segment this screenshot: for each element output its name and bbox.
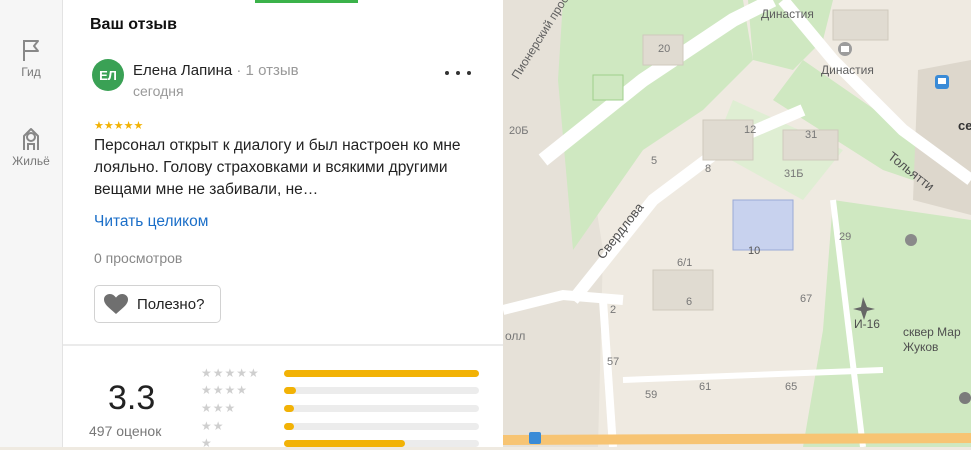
dot-icon — [445, 71, 449, 75]
distribution-fill — [284, 405, 294, 412]
left-rail: Гид Жильё — [0, 0, 63, 447]
author-name[interactable]: Елена Лапина — [133, 62, 232, 79]
tab-indicator — [255, 0, 358, 3]
distribution-track — [284, 387, 479, 394]
dot-icon — [467, 71, 471, 75]
rail-item-housing[interactable]: Жильё — [0, 124, 62, 168]
distribution-track — [284, 405, 479, 412]
rail-label-housing: Жильё — [12, 154, 50, 168]
map-house-number: 65 — [785, 381, 797, 393]
map-label-square[interactable]: сквер Мар — [903, 325, 961, 339]
map-house-number: 8 — [705, 163, 711, 175]
house-icon — [23, 128, 39, 150]
read-more-link[interactable]: Читать целиком — [94, 213, 208, 231]
heart-icon — [104, 294, 128, 314]
map-house-number: 59 — [645, 389, 657, 401]
train-icon[interactable] — [529, 432, 541, 444]
map-house-number: 2 — [610, 304, 616, 316]
map-house-number: 20 — [658, 43, 670, 55]
distribution-track — [284, 440, 479, 447]
map-house-number: 10 — [748, 245, 760, 257]
map-house-number: 67 — [800, 293, 812, 305]
distribution-fill — [284, 423, 294, 430]
map-label-dinastiya-2[interactable]: Династия — [821, 63, 874, 77]
section-title: Ваш отзыв — [90, 16, 177, 33]
review-date: сегодня — [133, 83, 184, 99]
map-label-se: се — [958, 118, 971, 133]
view-count: 0 просмотров — [94, 250, 183, 266]
dot-icon — [456, 71, 460, 75]
star-icons: ★★★★ — [201, 383, 249, 397]
metro-icon[interactable] — [959, 392, 971, 404]
star-icons: ★★★ — [201, 401, 237, 415]
star-icons: ★ — [201, 436, 213, 450]
map-house-number: 20Б — [509, 125, 528, 137]
map-view[interactable]: Династия Династия Пионерский прос Тольят… — [503, 0, 971, 447]
rating-summary: 3.3 497 оценок ★★★★★ ★★★★ ★★★ ★★ ★ — [63, 346, 503, 450]
distribution-track — [284, 370, 479, 377]
author-line: Елена Лапина · 1 отзыв — [133, 62, 299, 79]
average-score: 3.3 — [108, 379, 156, 417]
map-house-number: 12 — [744, 124, 756, 136]
distribution-fill — [284, 440, 405, 447]
review-card: Ваш отзыв ЕЛ Елена Лапина · 1 отзыв сего… — [63, 0, 503, 344]
map-house-number: 57 — [607, 356, 619, 368]
map-house-number: 6 — [686, 296, 692, 308]
monument-icon[interactable] — [905, 234, 917, 246]
map-label-dinastiya[interactable]: Династия — [761, 7, 814, 21]
map-label-oll: олл — [505, 329, 525, 343]
map-canvas[interactable]: Династия Династия Пионерский прос Тольят… — [503, 0, 971, 447]
author-review-count: · 1 отзыв — [236, 62, 299, 79]
distribution-fill — [284, 387, 296, 394]
distribution-fill — [284, 370, 479, 377]
flag-icon — [23, 40, 39, 61]
star-icons: ★★★★★ — [201, 366, 260, 380]
map-house-number: 5 — [651, 155, 657, 167]
useful-button[interactable]: Полезно? — [94, 285, 221, 323]
bus-stop-icon[interactable] — [935, 75, 949, 89]
star-icons: ★★ — [201, 419, 225, 433]
more-options-button[interactable] — [445, 66, 471, 80]
ratings-count: 497 оценок — [89, 423, 162, 439]
map-house-number: 61 — [699, 381, 711, 393]
rating-stars: ★★★★★ — [94, 120, 144, 132]
map-label-i16[interactable]: И-16 — [854, 317, 880, 331]
review-panel: Ваш отзыв ЕЛ Елена Лапина · 1 отзыв сего… — [63, 0, 503, 450]
bank-icon[interactable] — [838, 42, 852, 56]
useful-label: Полезно? — [137, 295, 205, 313]
rail-item-guide[interactable]: Гид — [0, 37, 62, 79]
map-house-number: 6/1 — [677, 257, 692, 269]
rail-label-guide: Гид — [21, 65, 41, 79]
map-label-square-2[interactable]: Жуков — [903, 340, 938, 354]
review-text: Персонал открыт к диалогу и был настроен… — [94, 137, 461, 198]
avatar[interactable]: ЕЛ — [92, 59, 124, 91]
map-house-number: 31 — [805, 129, 817, 141]
map-house-number: 29 — [839, 231, 851, 243]
distribution-track — [284, 423, 479, 430]
map-house-number: 31Б — [784, 168, 803, 180]
